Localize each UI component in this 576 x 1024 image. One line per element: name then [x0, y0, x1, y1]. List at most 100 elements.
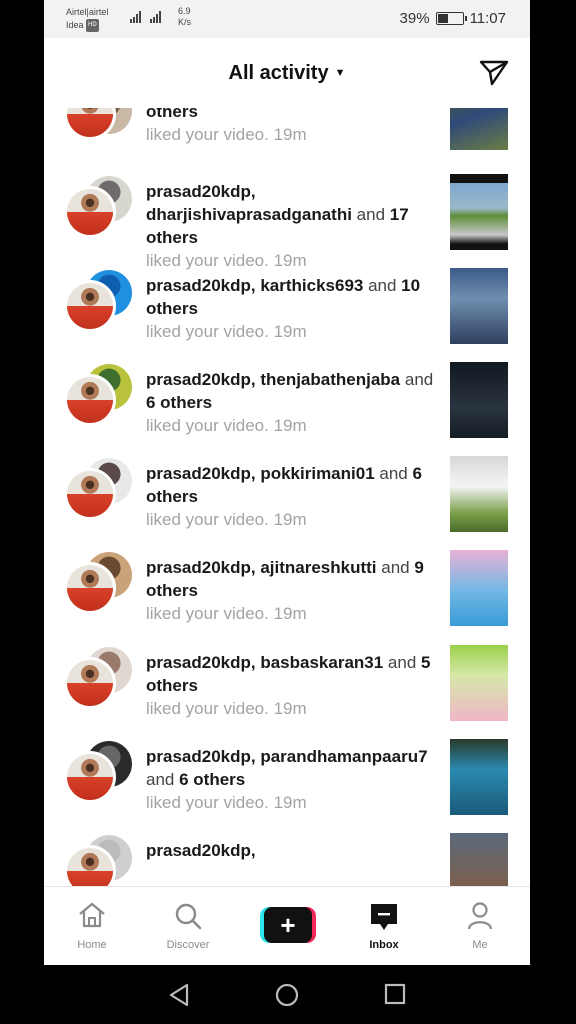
usernames[interactable]: prasad20kdp, karthicks693: [146, 276, 363, 295]
and-text: and: [374, 464, 413, 483]
activity-meta: liked your video. 19m: [146, 699, 307, 718]
and-text: and: [383, 653, 421, 672]
video-thumbnail[interactable]: [450, 174, 508, 250]
video-thumbnail[interactable]: [450, 833, 508, 886]
usernames[interactable]: prasad20kdp, thenjabathenjaba: [146, 370, 400, 389]
usernames[interactable]: prasad20kdp, basbaskaran31: [146, 653, 383, 672]
nav-home[interactable]: Home: [52, 887, 132, 965]
activity-meta: liked your video. 19m: [146, 604, 307, 623]
activity-text: others liked your video. 19m: [146, 108, 436, 146]
header: All activity ▼: [44, 38, 530, 108]
activity-row[interactable]: prasad20kdp, karthicks693 and 10 others l…: [44, 266, 530, 360]
nav-me-label: Me: [472, 939, 488, 951]
and-text: and: [376, 558, 415, 577]
activity-text: prasad20kdp, thenjabathenjaba and 6 othe…: [146, 368, 436, 437]
search-icon: [175, 903, 202, 930]
activity-filter-dropdown[interactable]: All activity ▼: [44, 62, 530, 85]
usernames[interactable]: prasad20kdp, pokkirimani01: [146, 464, 375, 483]
activity-row[interactable]: prasad20kdp,: [44, 831, 530, 886]
usernames[interactable]: prasad20kdp, parandhamanpaaru7: [146, 747, 428, 766]
nav-discover[interactable]: Discover: [148, 887, 228, 965]
activity-text: prasad20kdp, dharjishivaprasadganathi an…: [146, 180, 436, 272]
home-circle-icon[interactable]: [275, 983, 299, 1007]
nav-me[interactable]: Me: [440, 887, 520, 965]
others-count[interactable]: 6 others: [146, 393, 212, 412]
and-text: and: [146, 770, 180, 789]
avatar[interactable]: [64, 468, 116, 520]
activity-text: prasad20kdp,: [146, 839, 436, 862]
activity-row[interactable]: prasad20kdp, basbaskaran31 and 5 others l…: [44, 643, 530, 737]
activity-text: prasad20kdp, basbaskaran31 and 5 others l…: [146, 651, 436, 720]
paper-plane-icon[interactable]: [478, 58, 510, 88]
usernames[interactable]: prasad20kdp, dharjishivaprasadganathi: [146, 182, 352, 224]
avatar-photo: [67, 283, 113, 329]
activity-text: prasad20kdp, pokkirimani01 and 6 others l…: [146, 462, 436, 531]
avatar-photo: [67, 660, 113, 706]
others-count[interactable]: 6 others: [179, 770, 245, 789]
status-bar: Airtel|airtel Idea HD 6.9 K/s 39% 11:07: [44, 0, 530, 38]
avatar-photo: [67, 189, 113, 235]
avatar[interactable]: [64, 751, 116, 803]
activity-list: others liked your video. 19m prasad20kdp, …: [44, 108, 530, 886]
activity-row[interactable]: prasad20kdp, pokkirimani01 and 6 others l…: [44, 454, 530, 548]
nav-inbox[interactable]: Inbox: [344, 887, 424, 965]
video-thumbnail[interactable]: [450, 268, 508, 344]
others-count[interactable]: others: [146, 108, 198, 121]
video-thumbnail[interactable]: [450, 550, 508, 626]
activity-row[interactable]: prasad20kdp, dharjishivaprasadganathi an…: [44, 172, 530, 270]
activity-meta: liked your video. 19m: [146, 125, 307, 144]
page-title: All activity: [228, 62, 329, 84]
back-icon[interactable]: [168, 983, 190, 1007]
speed-unit: K/s: [178, 17, 192, 27]
and-text: and: [400, 370, 434, 389]
plus-icon: +: [264, 907, 312, 943]
and-text: and: [351, 205, 390, 224]
clock: 11:07: [469, 10, 506, 27]
nav-inbox-label: Inbox: [369, 939, 399, 951]
avatar[interactable]: [64, 280, 116, 332]
speed-value: 6.9: [178, 6, 191, 16]
activity-row[interactable]: prasad20kdp, ajitnareshkutti and 9 other…: [44, 548, 530, 642]
video-thumbnail[interactable]: [450, 456, 508, 532]
phone-screen: Airtel|airtel Idea HD 6.9 K/s 39% 11:07 …: [44, 0, 530, 965]
avatar-photo: [67, 565, 113, 611]
video-thumbnail[interactable]: [450, 645, 508, 721]
activity-text: prasad20kdp, karthicks693 and 10 others l…: [146, 274, 436, 343]
caret-down-icon: ▼: [334, 67, 346, 79]
avatar[interactable]: [64, 374, 116, 426]
battery-percent: 39%: [399, 10, 430, 27]
recents-icon[interactable]: [384, 983, 406, 1005]
usernames[interactable]: prasad20kdp, ajitnareshkutti: [146, 558, 377, 577]
activity-meta: liked your video. 19m: [146, 793, 307, 812]
avatar[interactable]: [64, 845, 116, 886]
carrier-line-2: Idea: [66, 20, 84, 30]
avatar-photo: [67, 754, 113, 800]
activity-meta: liked your video. 19m: [146, 322, 307, 341]
video-thumbnail[interactable]: [450, 108, 508, 150]
usernames[interactable]: prasad20kdp,: [146, 841, 256, 860]
carrier-info: Airtel|airtel Idea HD: [66, 6, 109, 33]
profile-icon: [467, 902, 493, 930]
network-speed: 6.9 K/s: [178, 6, 191, 28]
activity-meta: liked your video. 19m: [146, 416, 307, 435]
activity-row[interactable]: others liked your video. 19m: [44, 108, 530, 182]
activity-row[interactable]: prasad20kdp, thenjabathenjaba and 6 othe…: [44, 360, 530, 454]
activity-row[interactable]: prasad20kdp, parandhamanpaaru7 and 6 oth…: [44, 737, 530, 831]
avatar[interactable]: [64, 657, 116, 709]
nav-discover-label: Discover: [166, 939, 210, 951]
carrier-line-1: Airtel|airtel: [66, 7, 109, 17]
signal-icon-2: [150, 11, 161, 23]
avatar-photo: [67, 377, 113, 423]
battery-icon: [435, 12, 467, 25]
avatar[interactable]: [64, 108, 116, 140]
avatar-photo: [67, 848, 113, 886]
video-thumbnail[interactable]: [450, 739, 508, 815]
create-button[interactable]: +: [260, 907, 316, 943]
system-nav-bar: [0, 965, 576, 1024]
avatar-photo: [67, 471, 113, 517]
avatar[interactable]: [64, 186, 116, 238]
video-thumbnail[interactable]: [450, 362, 508, 438]
bottom-nav: Home Discover + Inbox Me: [44, 886, 530, 965]
activity-meta: liked your video. 19m: [146, 510, 307, 529]
avatar[interactable]: [64, 562, 116, 614]
